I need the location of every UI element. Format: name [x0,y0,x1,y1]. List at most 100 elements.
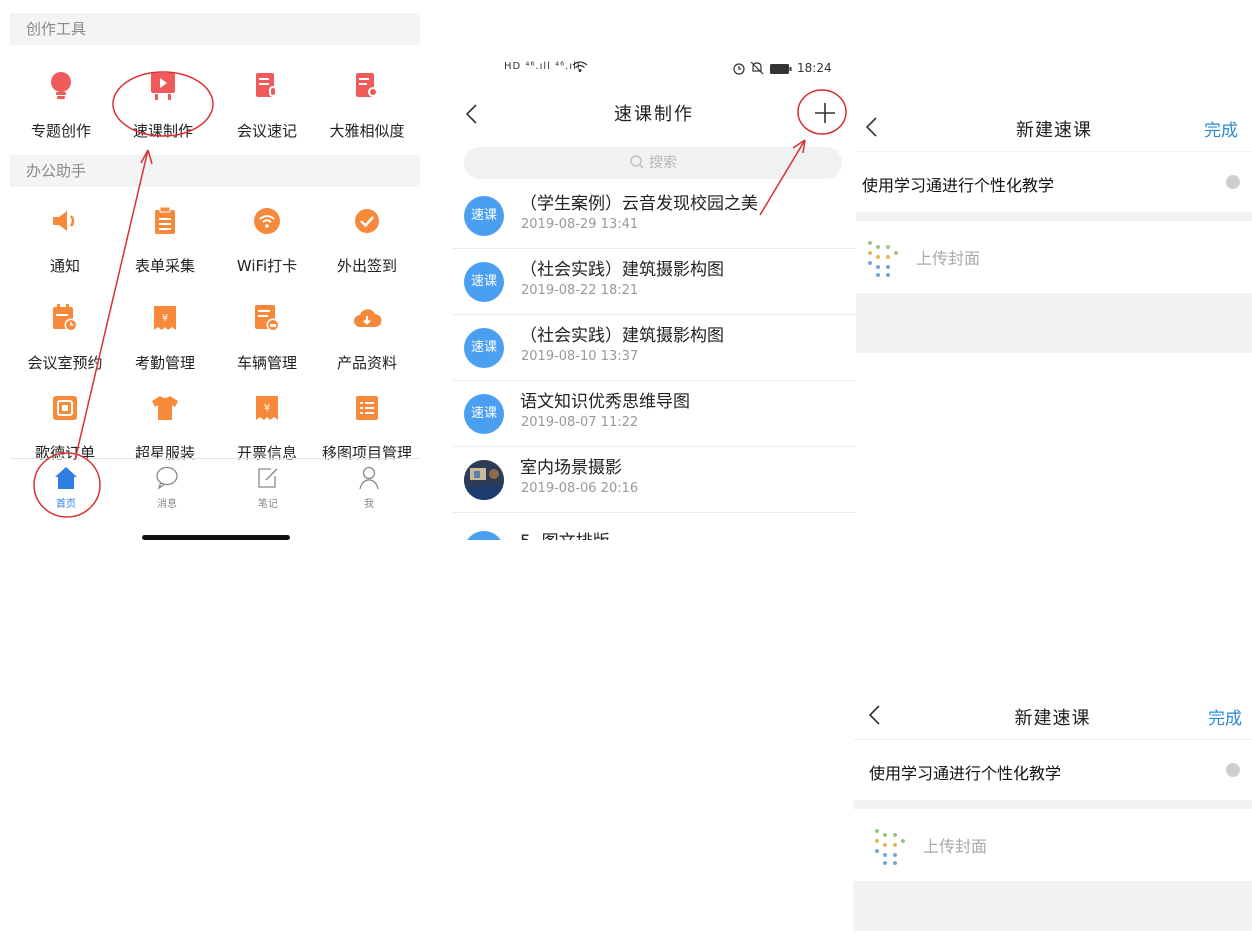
empty-area [856,293,1252,353]
list-item[interactable]: 室内场景摄影 2019-08-06 20:16 [452,447,856,513]
course-date: 2019-08-22 18:21 [521,283,639,298]
mic-doc-icon [252,70,282,102]
course-title: 语文知识优秀思维导图 [520,392,690,412]
tab-me[interactable]: 我 [319,463,419,519]
grid-item-wifi-checkin[interactable]: WiFi打卡 [217,205,317,283]
upload-cover-label: 上传封面 [916,249,981,268]
bulb-icon [46,70,76,102]
shirt-icon [150,392,180,424]
search-placeholder: 搜索 [649,155,677,171]
tab-label: 我 [364,499,374,510]
course-name-field[interactable]: 使用学习通进行个性化教学 [856,154,1252,210]
tab-notes[interactable]: 笔记 [218,463,318,519]
course-title: 室内场景摄影 [520,458,622,478]
list-item[interactable]: 5. 图文排版 [452,513,856,540]
clear-icon[interactable] [1226,763,1240,777]
grid-item-label: 表单采集 [134,257,195,275]
clear-icon[interactable] [1226,175,1240,189]
done-button[interactable]: 完成 [1208,704,1242,729]
order-icon [50,392,80,424]
upload-cover-row[interactable]: 上传封面 [853,809,1252,881]
divider [856,212,1252,221]
done-button[interactable]: 完成 [1204,116,1238,141]
course-thumbnail [464,460,504,500]
chat-icon [117,463,217,493]
tab-label: 首页 [56,499,76,510]
status-time: 18:24 [797,61,832,75]
home-indicator [142,535,290,540]
alarm-icon [732,61,746,78]
new-course-nav-bar: 新建速课 完成 [853,690,1252,740]
yen-ticket-icon: ¥ [150,302,180,334]
grid-item-meeting-room[interactable]: 会议室预约 [15,302,115,380]
section-office-assistant: 办公助手 [10,155,420,187]
tab-messages[interactable]: 消息 [117,463,217,519]
grid-item-vehicle[interactable]: 车辆管理 [217,302,317,380]
page-title: 速课制作 [614,104,694,125]
clipboard-icon [150,205,180,237]
new-course-screen-copy: 新建速课 完成 使用学习通进行个性化教学 上传封面 [853,690,1252,931]
grid-item-attendance[interactable]: ¥ 考勤管理 [115,302,215,380]
person-icon [319,463,419,493]
course-title: （社会实践）建筑摄影构图 [520,260,724,280]
course-title: （社会实践）建筑摄影构图 [520,326,724,346]
grid-item-similarity[interactable]: 大雅相似度 [317,70,417,148]
list-item[interactable]: 速课 语文知识优秀思维导图 2019-08-07 11:22 [452,381,856,447]
grid-item-outside-signin[interactable]: 外出签到 [317,205,417,283]
course-title: （学生案例）云音发现校园之美 [520,194,758,214]
svg-text:¥: ¥ [162,313,168,324]
course-name-field[interactable]: 使用学习通进行个性化教学 [853,742,1252,798]
upload-cover-row[interactable]: 上传封面 [856,221,1252,293]
battery-icon [770,63,792,77]
grid-item-label: 速课制作 [132,122,193,140]
course-date: 2019-08-10 13:37 [521,349,639,364]
svg-text:¥: ¥ [264,403,270,414]
course-name-value: 使用学习通进行个性化教学 [862,176,1055,195]
upload-cover-label: 上传封面 [923,837,988,856]
course-avatar: 速课 [464,196,504,236]
speaker-icon [50,205,80,237]
screenshot-collage: 创作工具 专题创作 速课制作 会议速记 大雅相似度 办公助手 通知 表单采集 W… [0,0,1252,933]
add-course-button[interactable] [811,99,839,127]
grid-item-form-collect[interactable]: 表单采集 [115,205,215,283]
home-screen: 创作工具 专题创作 速课制作 会议速记 大雅相似度 办公助手 通知 表单采集 W… [10,0,422,545]
course-avatar: 速课 [464,394,504,434]
page-title: 新建速课 [1016,120,1092,141]
home-icon [16,463,116,493]
grid-item-label: 会议速记 [236,122,297,140]
grid-item-label: 车辆管理 [236,354,297,372]
list-item[interactable]: 速课 （学生案例）云音发现校园之美 2019-08-29 13:41 [452,183,856,249]
grid-item-quick-course[interactable]: 速课制作 [113,70,213,148]
course-title: 5. 图文排版 [520,527,610,540]
check-badge-icon [352,205,382,237]
play-board-icon [148,70,178,102]
grid-item-label: 大雅相似度 [329,122,405,140]
new-course-nav-bar: 新建速课 完成 [856,102,1252,152]
wifi-status-icon [572,61,588,76]
course-name-value: 使用学习通进行个性化教学 [869,764,1062,783]
course-date: 2019-08-29 13:41 [521,217,639,232]
wifi-icon [252,205,282,237]
grid-item-label: 产品资料 [336,354,397,372]
list-item[interactable]: 速课 （社会实践）建筑摄影构图 2019-08-22 18:21 [452,249,856,315]
list-item[interactable]: 速课 （社会实践）建筑摄影构图 2019-08-10 13:37 [452,315,856,381]
grid-item-notice[interactable]: 通知 [15,205,115,283]
grid-item-product-docs[interactable]: 产品资料 [317,302,417,380]
empty-area [853,881,1252,931]
grid-item-meeting-notes[interactable]: 会议速记 [217,70,317,148]
course-avatar: 速课 [464,328,504,368]
grid-item-label: 专题创作 [30,122,91,140]
course-date: 2019-08-07 11:22 [521,415,639,430]
list-nav-bar: 速课制作 [452,90,856,136]
cover-thumbnail [862,237,902,279]
search-icon [630,155,644,169]
grid-item-topic-create[interactable]: 专题创作 [11,70,111,148]
grid-item-label: WiFi打卡 [236,257,298,275]
doc-search-icon [352,70,382,102]
note-icon [218,463,318,493]
plus-icon [815,103,835,123]
signal-indicators: HD ⁴⁶.ıll ⁴⁶.ıll [504,61,581,72]
search-input[interactable]: 搜索 [464,147,842,179]
course-date: 2019-08-06 20:16 [521,481,639,496]
tab-home[interactable]: 首页 [16,463,116,519]
